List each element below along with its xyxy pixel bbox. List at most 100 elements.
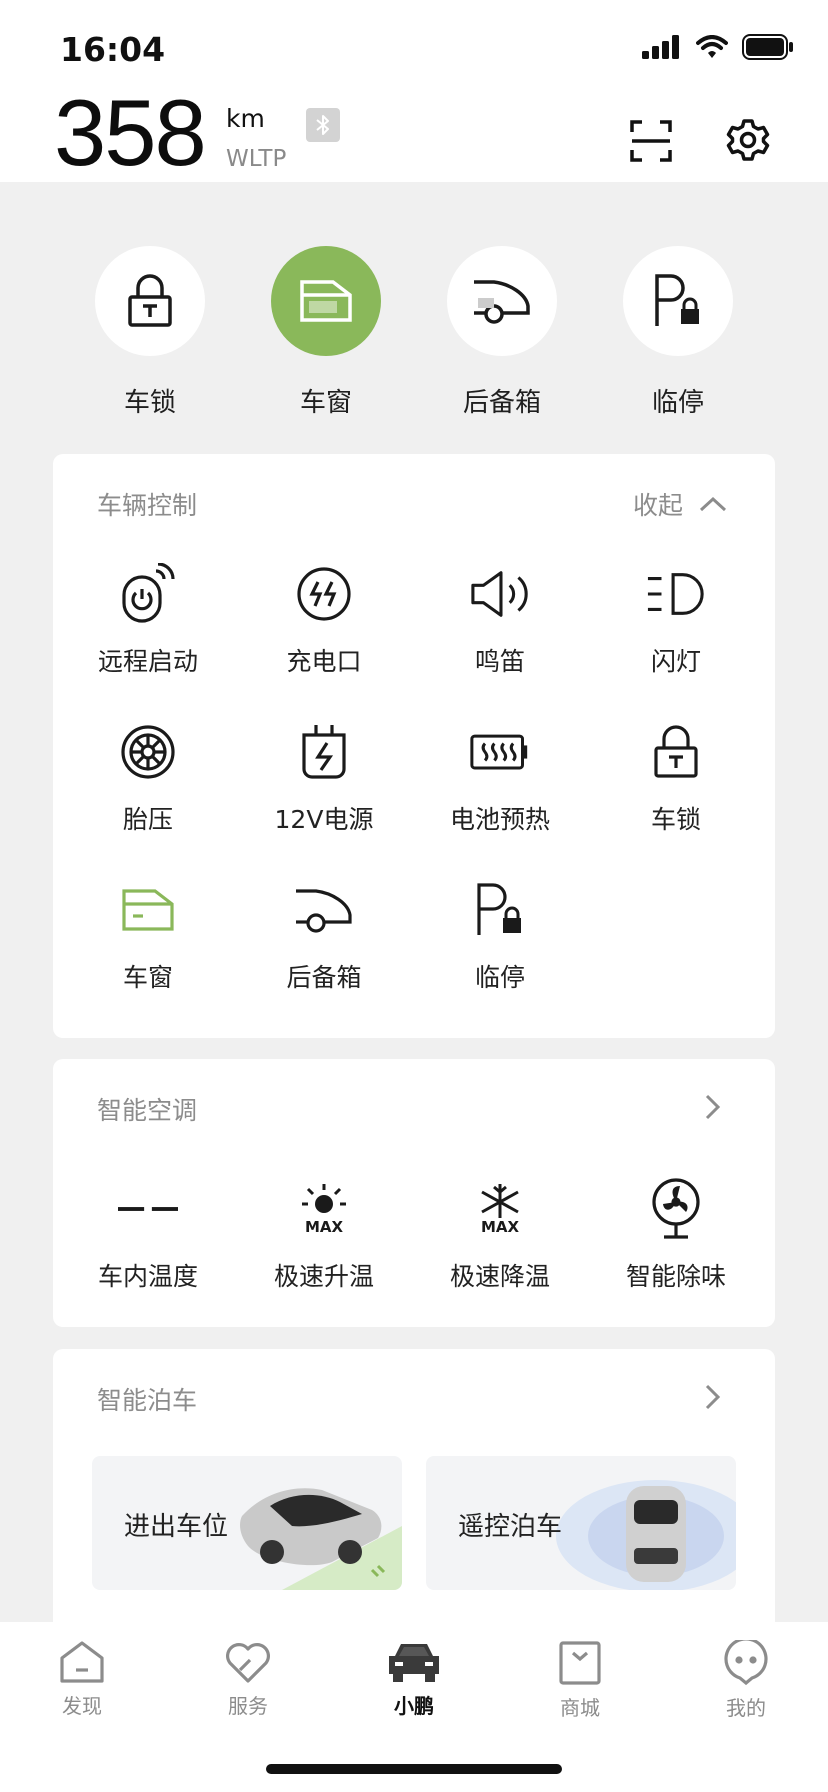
control-label: 12V电源 (274, 805, 374, 834)
settings-gear-icon[interactable] (726, 118, 770, 162)
quick-control-label: 车窗 (299, 388, 352, 418)
park-in-out-card[interactable]: 进出车位 (92, 1456, 402, 1590)
control-trunk[interactable]: 后备箱 (236, 880, 412, 994)
control-remote-start[interactable]: 远程启动 (60, 563, 236, 678)
tab-label: 发现 (62, 1694, 102, 1718)
max-badge: MAX (480, 1217, 520, 1236)
quick-control-lock[interactable]: 车锁 (95, 246, 205, 419)
trunk-icon (296, 889, 352, 933)
status-time: 16:04 (60, 30, 166, 69)
quick-control-parking[interactable]: 临停 (623, 246, 733, 419)
chevron-up-icon (699, 496, 727, 512)
status-icons (642, 34, 794, 60)
lock-icon (128, 274, 172, 327)
climate-deodorize[interactable]: 智能除味 (588, 1178, 764, 1293)
control-12v-power[interactable]: 12V电源 (236, 722, 412, 836)
tab-label: 我的 (726, 1696, 766, 1720)
climate-label: 极速升温 (273, 1262, 374, 1291)
tab-service[interactable]: 服务 (188, 1640, 308, 1719)
tab-discover[interactable]: 发现 (22, 1640, 142, 1719)
control-label: 充电口 (286, 647, 362, 676)
card-title: 车辆控制 (97, 491, 198, 520)
flash-light-icon (647, 573, 704, 615)
chevron-right-icon[interactable] (703, 1383, 723, 1411)
home-indicator[interactable] (266, 1764, 562, 1774)
sun-max-icon (302, 1183, 346, 1213)
control-label: 临停 (474, 963, 525, 992)
trunk-icon (474, 280, 530, 324)
range-standard: WLTP (226, 146, 287, 172)
vehicle-control-card: 车辆控制 收起 远程启动 充电口 鸣笛 闪灯 胎压 12V电源 电池预热 车锁 … (53, 454, 775, 1038)
tire-pressure-icon (121, 725, 175, 779)
control-label: 远程启动 (97, 647, 198, 676)
parking-lock-icon (477, 883, 521, 935)
quick-control-label: 车锁 (123, 388, 176, 418)
max-badge: MAX (304, 1217, 344, 1236)
control-label: 胎压 (122, 805, 173, 834)
park-card-label: 遥控泊车 (458, 1512, 563, 1542)
control-lock[interactable]: 车锁 (588, 722, 764, 836)
car-image (240, 1488, 402, 1590)
charge-port-icon (297, 567, 351, 621)
climate-cabin-temp[interactable]: 车内温度 (60, 1179, 236, 1293)
control-parking[interactable]: 临停 (412, 880, 588, 994)
tab-profile[interactable]: 我的 (686, 1640, 806, 1721)
climate-rapid-heat[interactable]: MAX 极速升温 (236, 1179, 412, 1293)
climate-rapid-cool[interactable]: MAX 极速降温 (412, 1179, 588, 1293)
window-icon (300, 280, 352, 322)
quick-control-button[interactable] (447, 246, 557, 356)
range-unit: km (226, 104, 265, 133)
quick-control-button[interactable] (95, 246, 205, 356)
home-icon (60, 1641, 104, 1683)
collapse-button[interactable]: 收起 (633, 486, 727, 522)
snowflake-max-icon (481, 1183, 519, 1218)
quick-control-label: 临停 (651, 388, 704, 418)
quick-control-window[interactable]: 车窗 (271, 246, 381, 419)
quick-control-label: 后备箱 (462, 388, 541, 418)
smart-parking-card[interactable]: 智能泊车 进出车位 遥控泊车 (53, 1349, 775, 1649)
chevron-right-icon[interactable] (703, 1093, 723, 1121)
quick-control-button[interactable] (271, 246, 381, 356)
battery-preheat-icon (470, 734, 528, 770)
control-charge-port[interactable]: 充电口 (236, 564, 412, 678)
fan-icon (652, 1178, 700, 1239)
car-icon (389, 1644, 439, 1682)
window-icon (122, 889, 174, 931)
tab-xpeng[interactable]: 小鹏 (354, 1640, 474, 1719)
shopping-bag-icon (559, 1641, 601, 1685)
range-value: 358 (54, 80, 207, 185)
wifi-icon (696, 35, 728, 58)
control-window[interactable]: 车窗 (60, 880, 236, 994)
park-card-label: 进出车位 (124, 1512, 229, 1542)
power-12v-icon (302, 725, 346, 779)
climate-card[interactable]: 智能空调 车内温度 MAX 极速升温 MAX 极速降温 智能除味 (53, 1059, 775, 1327)
profile-icon (724, 1640, 768, 1686)
bluetooth-icon[interactable] (306, 108, 340, 142)
lock-icon (654, 725, 698, 778)
control-label: 车锁 (650, 805, 701, 834)
remote-start-icon (122, 563, 175, 623)
collapse-label: 收起 (632, 491, 683, 520)
car-top-view-image (556, 1480, 736, 1590)
heart-icon (226, 1643, 270, 1683)
parking-lock-icon (655, 274, 699, 326)
control-label: 后备箱 (286, 963, 362, 992)
card-title: 智能空调 (97, 1096, 198, 1125)
control-label: 鸣笛 (474, 647, 525, 676)
control-flash-light[interactable]: 闪灯 (588, 564, 764, 678)
control-label: 车窗 (122, 963, 173, 992)
tab-label: 服务 (228, 1694, 268, 1718)
tab-label: 小鹏 (394, 1694, 434, 1718)
climate-label: 智能除味 (625, 1262, 726, 1291)
temperature-placeholder-icon (118, 1207, 178, 1211)
tab-mall[interactable]: 商城 (520, 1640, 640, 1721)
horn-icon (471, 571, 528, 617)
scan-icon[interactable] (630, 120, 672, 162)
control-horn[interactable]: 鸣笛 (412, 564, 588, 678)
control-battery-preheat[interactable]: 电池预热 (412, 722, 588, 836)
quick-control-trunk[interactable]: 后备箱 (447, 246, 557, 419)
remote-parking-card[interactable]: 遥控泊车 (426, 1456, 736, 1590)
control-tire-pressure[interactable]: 胎压 (60, 722, 236, 836)
quick-control-button[interactable] (623, 246, 733, 356)
climate-label: 车内温度 (97, 1262, 198, 1291)
